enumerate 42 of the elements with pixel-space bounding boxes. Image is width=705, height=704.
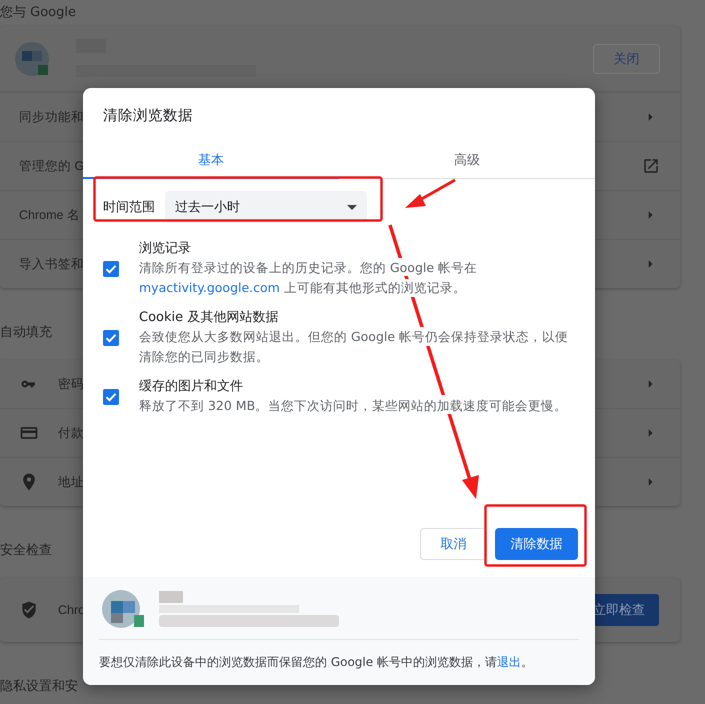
row-label[interactable]: 付款	[58, 424, 84, 442]
section-heading: 安全检查	[0, 542, 52, 560]
close-button[interactable]: 关闭	[593, 44, 660, 74]
caret-icon	[347, 204, 357, 210]
section-heading: 自动填充	[0, 324, 52, 342]
annotation-arrow	[405, 178, 456, 208]
option-description: 释放了不到 320 MB。当您下次访问时，某些网站的加载速度可能会更慢。	[139, 397, 568, 415]
arrow-right-icon[interactable]	[648, 210, 654, 220]
time-range-label: 时间范围	[103, 199, 155, 216]
cancel-button[interactable]: 取消	[420, 528, 487, 560]
section-heading: 您与 Google	[0, 4, 76, 22]
checkbox[interactable]	[103, 388, 119, 404]
section-heading: 隐私设置和安	[0, 678, 78, 696]
checkbox[interactable]	[103, 330, 119, 346]
checkbox[interactable]	[103, 260, 119, 276]
row-label[interactable]: Chrome 名	[19, 206, 80, 224]
option-description: 清除所有登录过的设备上的历史记录。您的 Google 帐号在 myactivity.google.com 上可能有其他形式的浏览记录。	[139, 259, 478, 297]
external-link-icon[interactable]	[642, 157, 660, 175]
row-label[interactable]: 地址	[58, 474, 84, 490]
tab[interactable]: 基本	[83, 143, 339, 179]
arrow-right-icon[interactable]	[648, 259, 654, 269]
option-title: 缓存的图片和文件	[139, 378, 244, 396]
arrow-right-icon[interactable]	[648, 112, 654, 122]
arrow-right-icon[interactable]	[648, 477, 654, 487]
dialog-title: 清除浏览数据	[102, 107, 194, 126]
footer-note: 要想仅清除此设备中的浏览数据而保留您的 Google 帐号中的浏览数据，请退出。	[99, 654, 534, 671]
row-label[interactable]: 同步功能和	[19, 108, 84, 126]
arrow-right-icon[interactable]	[648, 379, 654, 389]
row-label[interactable]: 管理您的 G	[19, 158, 84, 174]
avatar	[14, 40, 50, 76]
row-label[interactable]: 导入书签和	[19, 256, 84, 272]
option-title: 浏览记录	[139, 240, 192, 258]
sign-out-link[interactable]: 退出	[496, 655, 521, 669]
avatar	[99, 589, 147, 629]
option-description: 会致使您从大多数网站退出。但您的 Google 帐号仍会保持登录状态，以便清除您的已同步数据。	[139, 328, 570, 366]
time-range-dropdown[interactable]: 过去一小时	[165, 191, 367, 223]
row-label[interactable]: 密码	[58, 376, 84, 392]
activity-link[interactable]: myactivity.google.com	[139, 280, 280, 295]
clear-data-button[interactable]: 清除数据	[495, 528, 578, 560]
option-title: Cookie 及其他网站数据	[139, 309, 280, 327]
arrow-right-icon[interactable]	[648, 428, 654, 438]
tab[interactable]: 高级	[339, 143, 595, 179]
